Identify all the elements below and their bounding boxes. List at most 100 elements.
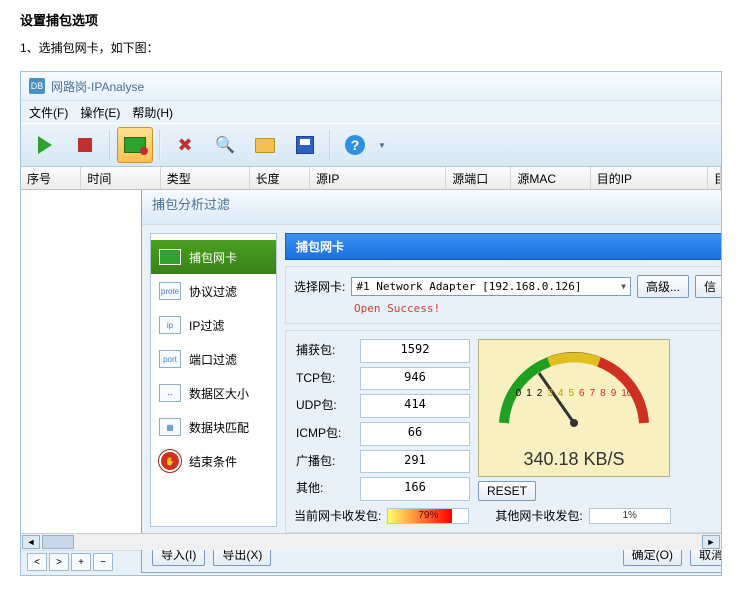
toolbar-help-dropdown[interactable]: ▼ xyxy=(377,141,387,150)
stop-icon xyxy=(78,138,92,152)
play-icon xyxy=(38,136,52,154)
sidebar-item-label: 协议过滤 xyxy=(189,283,237,300)
rx-current-value: 79% xyxy=(388,510,468,521)
col-length[interactable]: 长度 xyxy=(250,167,310,189)
rx-other-bar: 1% xyxy=(589,508,671,524)
toolbar-find-button[interactable]: 🔍 xyxy=(207,127,243,163)
panel-title: 捕包网卡 xyxy=(285,233,722,260)
toolbar-start-button[interactable] xyxy=(27,127,63,163)
stat-label: TCP包: xyxy=(294,367,354,391)
rx-current-bar: 79% xyxy=(387,508,469,524)
doc-step-1: 1、选捕包网卡，如下图： xyxy=(20,39,735,56)
col-type[interactable]: 类型 xyxy=(161,167,250,189)
reset-button[interactable]: RESET xyxy=(478,481,536,501)
menu-help[interactable]: 帮助(H) xyxy=(132,104,173,121)
sidebar-item-label: 端口过滤 xyxy=(189,351,237,368)
stat-udp: 414 xyxy=(360,394,470,418)
stat-label: 捕获包: xyxy=(294,339,354,363)
col-dst-port[interactable]: 目的端口 xyxy=(708,167,721,189)
ip-icon: ip xyxy=(159,314,181,336)
sidebar-item-nic[interactable]: 捕包网卡 xyxy=(151,240,276,274)
nic-select[interactable]: #1 Network Adapter [192.168.0.126] ▼ xyxy=(351,277,631,296)
stat-label: 广播包: xyxy=(294,450,354,474)
filter-sidebar: 捕包网卡 prote 协议过滤 ip IP过滤 port 端口过滤 xyxy=(150,233,277,527)
sidebar-item-label: 数据区大小 xyxy=(189,385,249,402)
size-icon: ↔ xyxy=(159,382,181,404)
col-src-ip[interactable]: 源IP xyxy=(310,167,446,189)
page-next-button[interactable]: > xyxy=(49,553,69,571)
toolbar-stop-button[interactable] xyxy=(67,127,103,163)
nic-icon xyxy=(124,137,146,153)
scroll-thumb[interactable] xyxy=(42,535,74,549)
stats-panel: 捕获包: 1592 TCP包: 946 UDP包: 414 ICMP包: 66 … xyxy=(285,330,722,533)
search-icon: 🔍 xyxy=(215,135,235,155)
delete-icon: ✖ xyxy=(177,135,192,156)
port-icon: port xyxy=(159,348,181,370)
info-button[interactable]: 信 xyxy=(695,275,722,298)
page-minus-button[interactable]: − xyxy=(93,553,113,571)
nic-label: 选择网卡: xyxy=(294,278,345,295)
stat-label: 其他: xyxy=(294,477,354,501)
toolbar-save-button[interactable] xyxy=(287,127,323,163)
nic-icon xyxy=(159,246,181,268)
packet-list-area: 捕包分析过滤 捕包网卡 prote 协议过滤 ip IP过滤 xyxy=(21,190,721,550)
stat-icmp: 66 xyxy=(360,422,470,446)
toolbar-nic-button[interactable] xyxy=(117,127,153,163)
toolbar: ✖ 🔍 ? ▼ xyxy=(21,123,721,167)
toolbar-separator xyxy=(159,130,161,160)
nic-select-value: #1 Network Adapter [192.168.0.126] xyxy=(356,280,581,293)
stat-other: 166 xyxy=(360,477,470,501)
col-seq[interactable]: 序号 xyxy=(21,167,81,189)
menu-operate[interactable]: 操作(E) xyxy=(80,104,120,121)
page-prev-button[interactable]: < xyxy=(27,553,47,571)
stat-broadcast: 291 xyxy=(360,450,470,474)
dialog-title: 捕包分析过滤 xyxy=(142,190,722,225)
sidebar-item-size[interactable]: ↔ 数据区大小 xyxy=(151,376,276,410)
stat-label: UDP包: xyxy=(294,394,354,418)
menu-file[interactable]: 文件(F) xyxy=(29,104,68,121)
stat-tcp: 946 xyxy=(360,367,470,391)
sidebar-item-protocol[interactable]: prote 协议过滤 xyxy=(151,274,276,308)
col-time[interactable]: 时间 xyxy=(81,167,160,189)
advanced-button[interactable]: 高级... xyxy=(637,275,689,298)
horizontal-scrollbar[interactable]: ◄ ► xyxy=(21,533,721,550)
toolbar-open-button[interactable] xyxy=(247,127,283,163)
title-bar: DB 网路岗-IPAnalyse xyxy=(21,72,721,101)
dialog-content: 捕包网卡 选择网卡: #1 Network Adapter [192.168.0… xyxy=(285,233,722,527)
speed-gauge: 012345678910 340.18 KB/S xyxy=(478,339,670,477)
scroll-left-icon[interactable]: ◄ xyxy=(22,535,40,549)
stop-icon: ✋ xyxy=(159,450,181,472)
sidebar-item-port[interactable]: port 端口过滤 xyxy=(151,342,276,376)
rx-other-label: 其他网卡收发包: xyxy=(495,507,582,524)
column-headers: 序号 时间 类型 长度 源IP 源端口 源MAC 目的IP 目的端口 xyxy=(21,167,721,190)
sidebar-item-label: 数据块匹配 xyxy=(189,419,249,436)
col-src-port[interactable]: 源端口 xyxy=(446,167,511,189)
rx-other-value: 1% xyxy=(590,510,670,521)
app-window: DB 网路岗-IPAnalyse 文件(F) 操作(E) 帮助(H) ✖ 🔍 ?… xyxy=(20,71,722,576)
col-src-mac[interactable]: 源MAC xyxy=(511,167,590,189)
sidebar-item-label: 结束条件 xyxy=(189,453,237,470)
window-title: 网路岗-IPAnalyse xyxy=(51,78,144,95)
nic-select-panel: 选择网卡: #1 Network Adapter [192.168.0.126]… xyxy=(285,266,722,324)
page-plus-button[interactable]: + xyxy=(71,553,91,571)
scroll-right-icon[interactable]: ► xyxy=(702,535,720,549)
help-icon: ? xyxy=(345,135,365,155)
sidebar-item-label: 捕包网卡 xyxy=(189,249,237,266)
sidebar-item-end[interactable]: ✋ 结束条件 xyxy=(151,444,276,478)
protocol-icon: prote xyxy=(159,280,181,302)
sidebar-item-ip[interactable]: ip IP过滤 xyxy=(151,308,276,342)
sidebar-item-match[interactable]: ▦ 数据块匹配 xyxy=(151,410,276,444)
folder-icon xyxy=(255,138,275,153)
col-dst-ip[interactable]: 目的IP xyxy=(591,167,708,189)
toolbar-separator xyxy=(109,130,111,160)
toolbar-help-button[interactable]: ? xyxy=(337,127,373,163)
save-icon xyxy=(296,136,314,154)
menu-bar: 文件(F) 操作(E) 帮助(H) xyxy=(21,101,721,123)
dropdown-icon: ▼ xyxy=(621,282,626,291)
sidebar-item-label: IP过滤 xyxy=(189,317,224,334)
stats-grid: 捕获包: 1592 TCP包: 946 UDP包: 414 ICMP包: 66 … xyxy=(294,339,470,501)
toolbar-delete-button[interactable]: ✖ xyxy=(167,127,203,163)
open-status: Open Success! xyxy=(354,302,722,315)
stat-label: ICMP包: xyxy=(294,422,354,446)
gauge-speed-value: 340.18 KB/S xyxy=(523,449,624,470)
